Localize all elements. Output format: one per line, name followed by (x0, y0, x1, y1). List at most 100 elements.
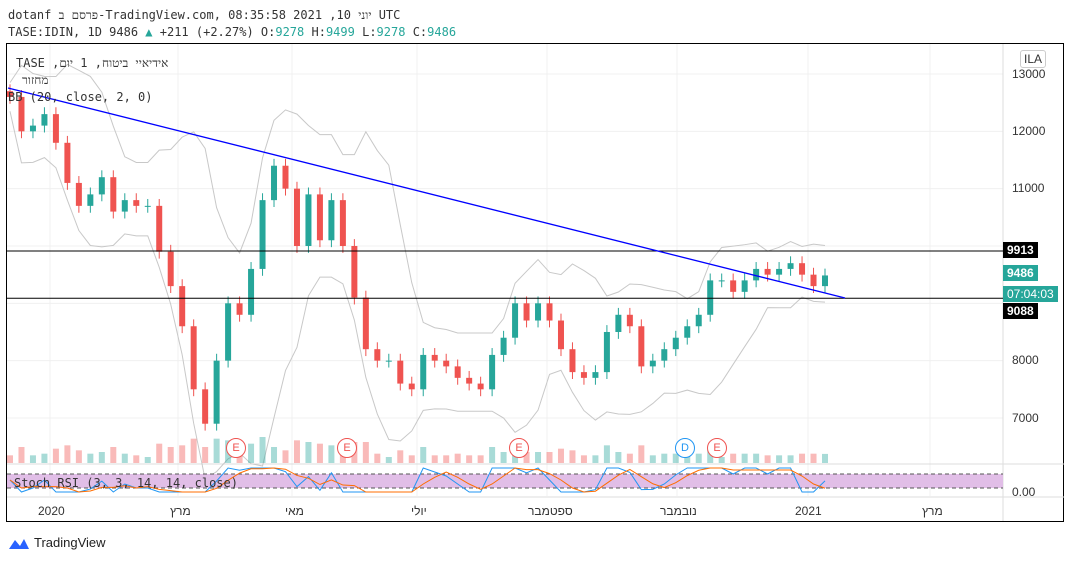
volume-bar (695, 453, 702, 463)
legend-bb: BB (20, close, 2, 0) (8, 90, 153, 104)
volume-bar (64, 445, 71, 463)
volume-bar (649, 455, 656, 463)
candle-body (810, 274, 817, 287)
stoch-tick: 0.00 (1012, 485, 1036, 499)
volume-bar (799, 453, 806, 463)
volume-bar (271, 447, 278, 463)
volume-bar (477, 455, 484, 463)
candle-body (764, 268, 771, 275)
volume-bar (500, 452, 507, 463)
volume-bar (374, 453, 381, 463)
volume-bar (489, 447, 496, 463)
candle-body (110, 177, 117, 212)
candle-body (144, 205, 151, 207)
earnings-marker[interactable]: E (509, 438, 529, 458)
last-price-tag: 9486 (1003, 265, 1038, 281)
candle-body (75, 182, 82, 206)
candle-body (557, 320, 564, 350)
volume-bar (213, 438, 220, 463)
volume-bar (202, 447, 209, 463)
candle-body (190, 326, 197, 390)
candle-body (707, 280, 714, 315)
volume-bar (316, 443, 323, 463)
candle-body (420, 354, 427, 390)
legend-stoch: Stoch RSI (3, 3, 14, 14, close) (14, 476, 238, 490)
volume-bar (787, 455, 794, 463)
volume-bar (121, 453, 128, 463)
candle-body (271, 165, 278, 201)
volume-bar (557, 448, 564, 463)
volume-bar (776, 455, 783, 463)
volume-bar (385, 457, 392, 463)
time-tick: 2021 (795, 504, 822, 518)
candle-body (328, 200, 335, 241)
candle-body (408, 383, 415, 390)
candle-body (41, 114, 48, 126)
time-tick: נובמבר (660, 504, 697, 518)
currency-button[interactable]: ILA (1020, 50, 1047, 68)
volume-bar (293, 440, 300, 463)
volume-bar (592, 455, 599, 463)
volume-bar (408, 455, 415, 463)
candle-body (466, 377, 473, 384)
candle-body (787, 263, 794, 269)
volume-bar (167, 447, 174, 463)
candle-body (179, 286, 186, 327)
candle-body (202, 389, 209, 424)
volume-bar (730, 453, 737, 463)
brand-label: TradingView (34, 535, 106, 550)
price-tick: 8000 (1012, 353, 1039, 367)
volume-bar (810, 453, 817, 463)
time-tick: מאי (285, 504, 304, 518)
candle-body (546, 303, 553, 321)
volume-bar (110, 447, 117, 463)
candle-body (695, 314, 702, 327)
volume-bar (764, 455, 771, 463)
candle-body (431, 354, 438, 361)
price-tick: 7000 (1012, 411, 1039, 425)
dividend-marker[interactable]: D (675, 438, 695, 458)
candle-body (362, 297, 369, 350)
candle-body (822, 275, 828, 287)
volume-bar (535, 452, 542, 463)
candle-body (339, 200, 346, 246)
volume-bar (753, 453, 760, 463)
volume-bar (7, 455, 13, 463)
candle-body (374, 349, 381, 361)
candle-body (672, 337, 679, 350)
candle-body (718, 280, 725, 282)
price-tick: 12000 (1012, 124, 1046, 138)
candle-body (167, 251, 174, 287)
candle-body (98, 177, 105, 195)
candle-body (580, 372, 587, 378)
earnings-marker[interactable]: E (226, 438, 246, 458)
candle-body (776, 268, 783, 275)
candle-body (500, 337, 507, 355)
volume-bar (87, 453, 94, 463)
candle-body (443, 360, 450, 367)
price-tick: 13000 (1012, 67, 1046, 81)
candle-body (213, 360, 220, 424)
volume-bar (362, 442, 369, 463)
price-tick: 11000 (1012, 181, 1045, 195)
candle-body (121, 200, 128, 212)
volume-bar (454, 453, 461, 463)
tradingview-logo[interactable]: TradingView (8, 535, 106, 550)
earnings-marker[interactable]: E (707, 438, 727, 458)
candle-body (133, 200, 140, 206)
candle-body (305, 194, 312, 246)
candle-body (477, 383, 484, 390)
candle-body (225, 303, 232, 361)
volume-bar (822, 453, 828, 463)
candle-body (603, 331, 610, 373)
candle-body (52, 114, 59, 143)
volume-bar (75, 450, 82, 463)
candle-body (351, 245, 358, 298)
volume-bar (190, 438, 197, 463)
candle-body (626, 314, 633, 327)
candle-body (454, 366, 461, 378)
earnings-marker[interactable]: E (337, 438, 357, 458)
candle-body (316, 194, 323, 241)
candle-body (236, 303, 243, 315)
candle-body (615, 314, 622, 332)
